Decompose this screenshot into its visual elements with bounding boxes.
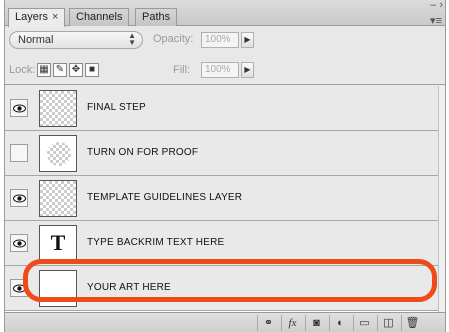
lock-all-icon[interactable]: ■ (85, 63, 99, 77)
blend-mode-select[interactable]: Normal ▲ ▼ (9, 31, 143, 49)
eye-icon (13, 104, 26, 113)
eye-icon (13, 284, 26, 293)
fill-label: Fill: (173, 64, 191, 76)
stepper-arrows-icon: ▲ ▼ (128, 31, 136, 47)
eye-icon (13, 194, 26, 203)
opacity-field[interactable]: 100% (201, 32, 239, 48)
tab-channels[interactable]: Channels (69, 8, 130, 26)
layer-row-final-step[interactable]: FINAL STEP (5, 86, 438, 131)
visibility-toggle[interactable] (10, 279, 28, 297)
tab-channels-label: Channels (76, 11, 123, 23)
layer-thumbnail (39, 90, 77, 127)
opacity-arrow-icon[interactable]: ▶ (241, 32, 254, 48)
lock-transparency-icon[interactable]: ▦ (37, 63, 51, 77)
layer-row-turn-on-for-proof[interactable]: TURN ON FOR PROOF (5, 131, 438, 176)
visibility-toggle[interactable] (10, 234, 28, 252)
layers-scrollbar[interactable] (438, 86, 445, 312)
panel-menu-icon[interactable]: ▾≡ (430, 14, 442, 27)
trash-icon[interactable]: 🗑 (401, 315, 423, 331)
fill-field[interactable]: 100% (201, 62, 239, 78)
layer-name: TURN ON FOR PROOF (87, 147, 199, 158)
eye-icon (13, 239, 26, 248)
layer-name: FINAL STEP (87, 102, 146, 113)
new-layer-icon[interactable]: ◫ (377, 315, 399, 331)
layer-row-template-guidelines[interactable]: TEMPLATE GUIDELINES LAYER (5, 176, 438, 221)
group-folder-icon[interactable]: ▭ (353, 315, 375, 331)
fx-icon[interactable]: fx (281, 315, 303, 331)
blend-mode-value: Normal (18, 34, 54, 46)
layer-row-your-art[interactable]: YOUR ART HERE (5, 266, 438, 311)
layers-list: FINAL STEP TURN ON FOR PROOF TEMPLATE GU… (5, 86, 438, 312)
layer-row-type-backrim[interactable]: T TYPE BACKRIM TEXT HERE (5, 221, 438, 266)
panel-tab-bar: Layers × Channels Paths – › ▾≡ (5, 0, 445, 27)
layer-name: TEMPLATE GUIDELINES LAYER (87, 192, 243, 203)
visibility-toggle[interactable] (10, 189, 28, 207)
layer-thumbnail (39, 135, 77, 172)
tab-layers-label: Layers (15, 11, 49, 23)
opacity-label: Opacity: (153, 33, 194, 45)
mask-icon[interactable]: ◙ (305, 315, 327, 331)
fx-label: fx (288, 317, 297, 329)
layers-panel: Layers × Channels Paths – › ▾≡ Normal ▲ ▼ … (4, 0, 446, 332)
visibility-toggle[interactable] (10, 144, 28, 162)
layer-thumbnail (39, 180, 77, 217)
lock-fill-row: Lock: ▦ ✎ ✥ ■ Fill: 100% ▶ (5, 55, 445, 85)
layer-name: YOUR ART HERE (87, 282, 171, 293)
lock-image-icon[interactable]: ✎ (53, 63, 67, 77)
adjustment-icon[interactable]: ◐ (329, 315, 351, 331)
collapse-icon[interactable]: – › (430, 0, 443, 11)
fill-arrow-icon[interactable]: ▶ (241, 62, 254, 78)
link-icon[interactable]: ⚭ (257, 315, 279, 331)
close-icon[interactable]: × (52, 11, 58, 23)
visibility-toggle[interactable] (10, 99, 28, 117)
tab-paths-label: Paths (142, 11, 171, 23)
layer-name: TYPE BACKRIM TEXT HERE (87, 237, 225, 248)
tab-layers[interactable]: Layers × (8, 8, 66, 27)
layer-thumbnail (39, 270, 77, 307)
tab-paths[interactable]: Paths (135, 8, 178, 26)
thumbnail-circle (47, 142, 71, 166)
lock-position-icon[interactable]: ✥ (69, 63, 83, 77)
type-layer-icon: T (39, 225, 77, 262)
layers-bottom-toolbar: ⚭ fx ◙ ◐ ▭ ◫ 🗑 (5, 312, 445, 332)
blend-opacity-row: Normal ▲ ▼ Opacity: 100% ▶ (5, 27, 445, 53)
lock-label: Lock: (9, 64, 36, 76)
